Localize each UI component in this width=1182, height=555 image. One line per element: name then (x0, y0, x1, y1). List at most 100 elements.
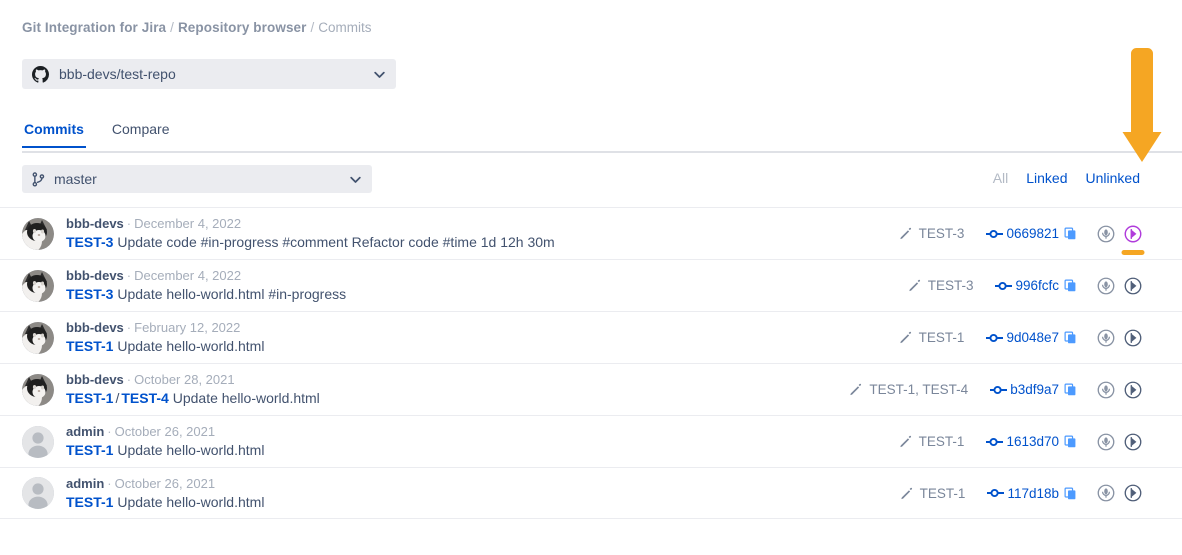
commit-hash: b3df9a7 (1010, 382, 1059, 397)
commit-issue-key[interactable]: TEST-1 (66, 494, 113, 510)
commit-node-icon (987, 487, 1005, 499)
commit-message: Update hello-world.html (117, 493, 265, 510)
commit-diff-icon[interactable] (1124, 329, 1142, 347)
commit-message: Update hello-world.html (172, 390, 320, 406)
commit-issues-cell[interactable]: TEST-1 (899, 330, 965, 345)
commit-details: bbb-devs · October 28, 2021 TEST-1/TEST-4 … (66, 371, 849, 408)
commit-diff-icon[interactable] (1121, 225, 1145, 255)
commit-diff-icon[interactable] (1124, 381, 1142, 399)
commit-issues-label: TEST-1, TEST-4 (869, 382, 969, 397)
jira-issue-icon[interactable] (1097, 277, 1115, 295)
commit-date: December 4, 2022 (134, 216, 242, 231)
commit-message-line: TEST-3 Update code #in-progress #comment… (66, 233, 899, 252)
commit-issues-cell[interactable]: TEST-3 (908, 278, 973, 293)
commit-row[interactable]: admin · October 26, 2021 TEST-1 Update hel… (0, 415, 1182, 467)
commit-issues-cell[interactable]: TEST-3 (899, 226, 964, 241)
jira-issue-icon[interactable] (1097, 381, 1115, 399)
commit-row[interactable]: bbb-devs · February 12, 2022 TEST-1 Update… (0, 311, 1182, 363)
branch-icon (32, 171, 45, 187)
commit-node-icon (986, 332, 1004, 344)
repository-selector[interactable]: bbb-devs/test-repo (22, 59, 396, 89)
commit-details: admin · October 26, 2021 TEST-1 Update hel… (66, 475, 900, 512)
commit-date: October 26, 2021 (114, 475, 216, 491)
chevron-down-icon (373, 68, 386, 81)
copy-icon[interactable] (1064, 227, 1077, 240)
commit-issue-key[interactable]: TEST-3 (66, 234, 113, 250)
commit-issue-key[interactable]: TEST-1 (66, 442, 113, 458)
commit-issues-cell[interactable]: TEST-1 (900, 485, 966, 501)
commit-issue-key[interactable]: TEST-1 (66, 338, 113, 354)
meta-separator: · (126, 216, 132, 231)
avatar (22, 425, 54, 458)
commit-message-line: TEST-3 Update hello-world.html #in-progr… (66, 285, 908, 304)
commit-row[interactable]: bbb-devs · October 28, 2021 TEST-1/TEST-4 … (0, 363, 1182, 415)
commit-hash-cell[interactable]: 996fcfc (995, 278, 1077, 293)
commit-message-line: TEST-1 Update hello-world.html (66, 493, 900, 512)
commit-meta: bbb-devs · December 4, 2022 (66, 215, 899, 232)
commit-actions: TEST-1 117d18b (900, 484, 1142, 502)
commit-node-icon (990, 384, 1008, 396)
row-action-icons (1097, 484, 1142, 502)
filter-linked[interactable]: Linked (1026, 170, 1067, 186)
commit-actions: TEST-3 0669821 (899, 225, 1145, 255)
commit-message: Update hello-world.html (117, 338, 265, 354)
commit-actions: TEST-1, TEST-4 b3df9a7 (849, 381, 1142, 399)
commit-issue-key[interactable]: TEST-3 (66, 286, 113, 302)
copy-icon[interactable] (1064, 435, 1077, 448)
avatar (22, 269, 54, 302)
commit-diff-icon[interactable] (1124, 433, 1142, 451)
commit-hash-cell[interactable]: 0669821 (986, 226, 1077, 241)
commit-date: December 4, 2022 (134, 268, 242, 283)
commit-hash-cell[interactable]: 9d048e7 (986, 330, 1077, 345)
commit-row[interactable]: admin · October 26, 2021 TEST-1 Update hel… (0, 467, 1182, 519)
copy-icon[interactable] (1064, 383, 1077, 396)
branch-selector[interactable]: master (22, 165, 372, 193)
breadcrumb-item-app[interactable]: Git Integration for Jira (22, 20, 166, 35)
annotation-underline (1121, 249, 1145, 255)
tab-compare[interactable]: Compare (110, 121, 172, 146)
github-icon (32, 65, 49, 83)
commit-issues-label: TEST-1 (919, 485, 966, 501)
commit-issue-key[interactable]: TEST-4 (121, 390, 168, 406)
commit-message: Update code #in-progress #comment Refact… (117, 234, 555, 250)
avatar (22, 321, 54, 354)
commit-issues-label: TEST-1 (918, 330, 965, 345)
commit-message-line: TEST-1/TEST-4 Update hello-world.html (66, 389, 849, 408)
jira-issue-icon[interactable] (1097, 484, 1115, 502)
copy-icon[interactable] (1064, 487, 1077, 500)
commit-details: admin · October 26, 2021 TEST-1 Update hel… (66, 423, 899, 460)
commit-issues-cell[interactable]: TEST-1, TEST-4 (849, 382, 968, 397)
commit-hash-cell[interactable]: 117d18b (987, 486, 1077, 501)
commit-actions: TEST-1 9d048e7 (899, 329, 1142, 347)
meta-separator: · (107, 424, 112, 439)
filter-all[interactable]: All (993, 170, 1009, 186)
commit-actions: TEST-3 996fcfc (908, 277, 1142, 295)
commit-diff-icon[interactable] (1124, 277, 1142, 295)
breadcrumb-separator-2: / (310, 20, 315, 35)
commit-hash: 9d048e7 (1006, 330, 1059, 345)
copy-icon[interactable] (1064, 279, 1077, 292)
row-action-icons (1097, 329, 1142, 347)
row-action-icons (1097, 433, 1142, 451)
jira-issue-icon[interactable] (1097, 329, 1115, 347)
commit-hash-cell[interactable]: b3df9a7 (990, 382, 1077, 397)
avatar (22, 217, 54, 250)
commit-node-icon (995, 280, 1013, 292)
filter-unlinked[interactable]: Unlinked (1086, 170, 1140, 186)
jira-issue-icon[interactable] (1097, 225, 1115, 243)
commit-meta: bbb-devs · October 28, 2021 (66, 371, 849, 388)
commit-row[interactable]: bbb-devs · December 4, 2022 TEST-3 Update … (0, 259, 1182, 311)
commit-row[interactable]: bbb-devs · December 4, 2022 TEST-3 Update … (0, 207, 1182, 259)
commit-date: October 26, 2021 (114, 424, 216, 439)
commit-issue-key[interactable]: TEST-1 (66, 390, 113, 406)
commit-hash-cell[interactable]: 1613d70 (986, 434, 1077, 449)
commit-author: bbb-devs (66, 320, 124, 335)
commit-diff-icon[interactable] (1124, 484, 1142, 502)
copy-icon[interactable] (1064, 331, 1077, 344)
commit-message-line: TEST-1 Update hello-world.html (66, 441, 899, 460)
tab-commits[interactable]: Commits (22, 121, 86, 148)
breadcrumb-item-repository-browser[interactable]: Repository browser (178, 20, 307, 35)
commit-node-icon (986, 436, 1004, 448)
jira-issue-icon[interactable] (1097, 433, 1115, 451)
commit-issues-cell[interactable]: TEST-1 (899, 434, 964, 449)
